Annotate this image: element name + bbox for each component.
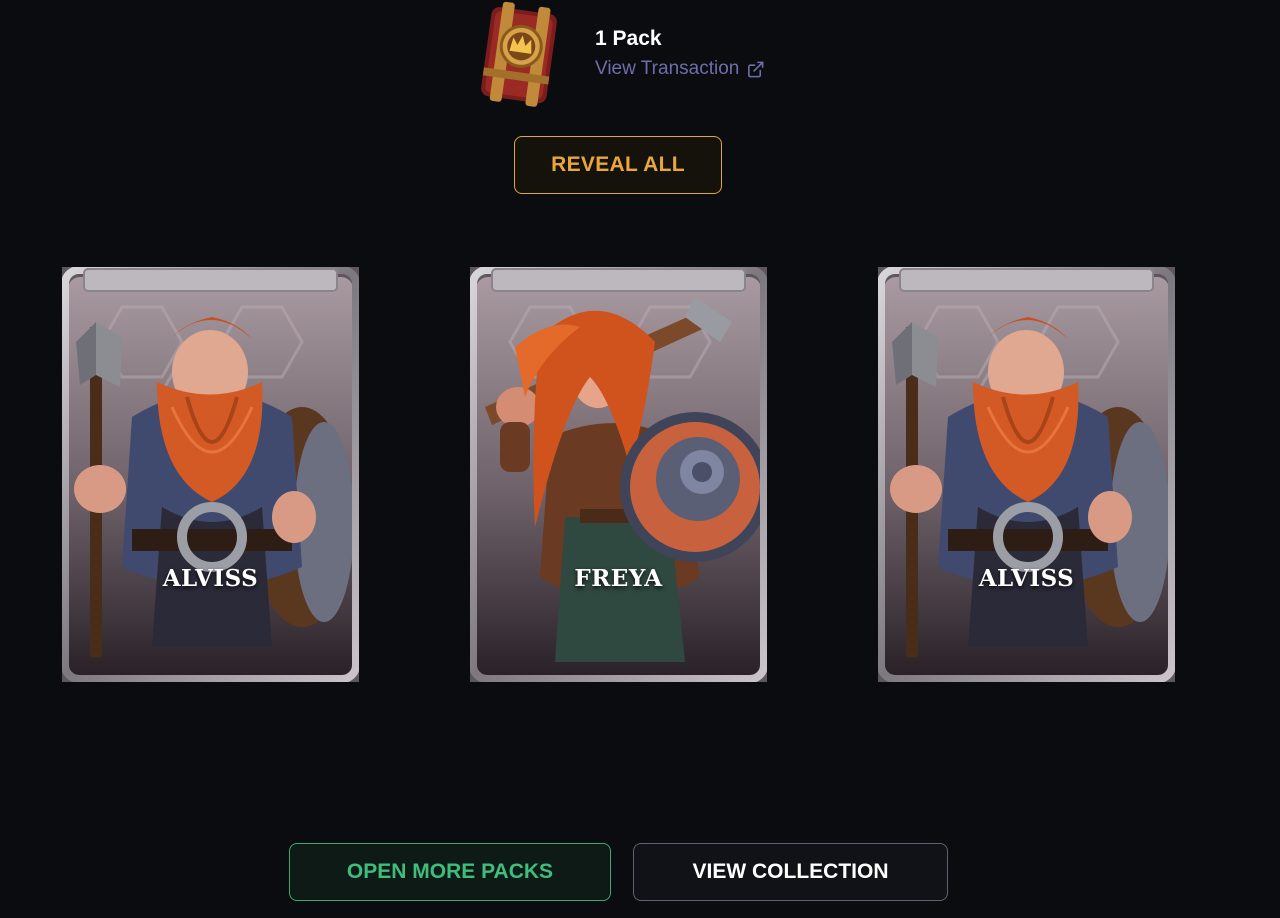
backpack-crown-icon [466, 0, 570, 110]
pack-opening-page: 1 Pack View Transaction REVEAL ALL ALVIS… [0, 0, 1280, 918]
card-2[interactable]: FREYA [470, 267, 767, 682]
card-name: ALVISS [162, 565, 259, 592]
open-more-packs-button[interactable]: OPEN MORE PACKS [289, 843, 611, 901]
card-1[interactable]: ALVISS [62, 267, 359, 682]
card-name: FREYA [574, 565, 663, 592]
reveal-all-button[interactable]: REVEAL ALL [514, 136, 722, 194]
view-collection-button[interactable]: VIEW COLLECTION [633, 843, 948, 901]
card-name: ALVISS [978, 565, 1075, 592]
view-transaction-link[interactable]: View Transaction [595, 58, 765, 80]
view-transaction-label: View Transaction [595, 58, 740, 79]
external-link-icon [748, 61, 764, 77]
pack-count-title: 1 Pack [595, 27, 662, 50]
card-3[interactable]: ALVISS [878, 267, 1175, 682]
